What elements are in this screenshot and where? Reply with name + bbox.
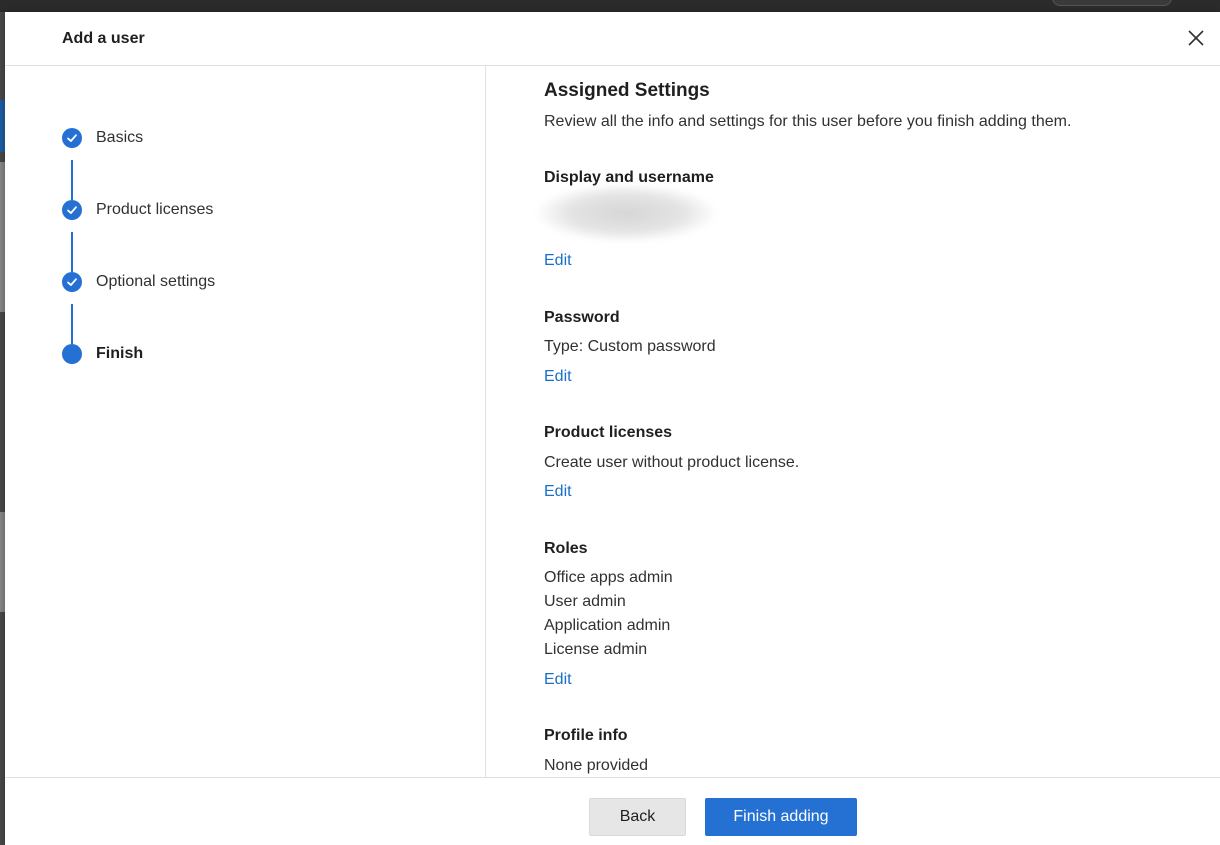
profile-title: Profile info [544, 727, 628, 744]
roles-title: Roles [544, 540, 588, 557]
role-item: Application admin [544, 617, 671, 634]
top-bar-control [1052, 0, 1172, 6]
password-type: Type: Custom password [544, 338, 716, 355]
step-connector [71, 160, 73, 200]
role-item: License admin [544, 641, 648, 658]
role-item: Office apps admin [544, 569, 673, 586]
edit-licenses-link[interactable]: Edit [544, 483, 572, 501]
close-button[interactable] [1186, 28, 1206, 48]
edit-password-link[interactable]: Edit [544, 368, 572, 386]
dialog-footer: Back Finish adding [5, 777, 1220, 845]
password-title: Password [544, 309, 620, 326]
step-label: Basics [96, 129, 144, 146]
finish-adding-button[interactable]: Finish adding [705, 798, 857, 836]
current-step-icon [62, 344, 82, 364]
browser-top-bar [0, 0, 1220, 12]
dialog-title: Add a user [62, 30, 145, 47]
step-product-licenses[interactable]: Product licenses [62, 199, 213, 221]
checkmark-icon [62, 200, 82, 220]
step-optional-settings[interactable]: Optional settings [62, 271, 215, 293]
edit-display-link[interactable]: Edit [544, 252, 572, 270]
licenses-text: Create user without product license. [544, 454, 800, 471]
step-connector [71, 304, 73, 344]
back-button[interactable]: Back [589, 798, 686, 836]
redacted-username [536, 184, 716, 242]
add-user-dialog: Add a user Basics Product licenses Optio… [5, 12, 1220, 845]
edit-roles-link[interactable]: Edit [544, 671, 572, 689]
licenses-title: Product licenses [544, 424, 673, 441]
role-item: User admin [544, 593, 626, 610]
intro-text: Review all the info and settings for thi… [544, 113, 1072, 130]
dialog-header: Add a user [5, 12, 1220, 66]
review-pane: Assigned Settings Review all the info an… [487, 66, 1220, 777]
profile-text: None provided [544, 757, 649, 774]
checkmark-icon [62, 128, 82, 148]
close-icon [1188, 30, 1204, 46]
step-connector [71, 232, 73, 272]
step-label: Product licenses [96, 201, 214, 218]
wizard-steps: Basics Product licenses Optional setting… [5, 66, 486, 777]
section-heading: Assigned Settings [544, 80, 710, 101]
step-label: Finish [96, 345, 144, 362]
step-finish: Finish [62, 343, 143, 365]
step-basics[interactable]: Basics [62, 127, 143, 149]
checkmark-icon [62, 272, 82, 292]
step-label: Optional settings [96, 273, 216, 290]
